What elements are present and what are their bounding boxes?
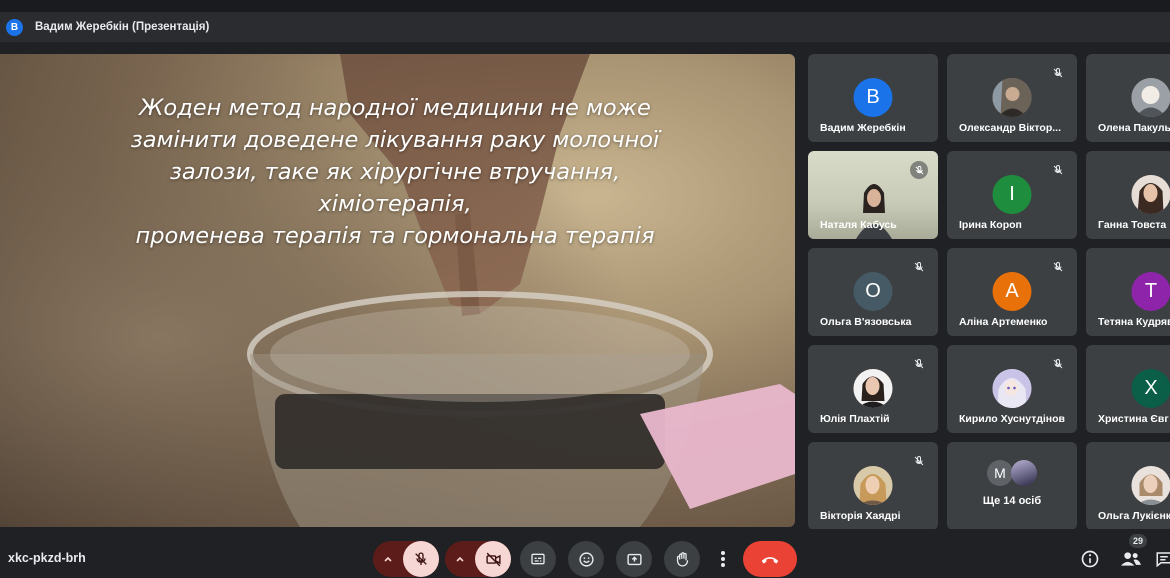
chevron-up-icon bbox=[456, 556, 464, 562]
emoji-icon bbox=[578, 551, 594, 567]
people-icon bbox=[1121, 552, 1141, 566]
camera-control-group bbox=[445, 541, 511, 577]
participant-tile[interactable]: А Аліна Артеменко bbox=[947, 248, 1077, 336]
participant-photo-avatar bbox=[853, 369, 893, 408]
raise-hand-button[interactable] bbox=[664, 541, 700, 577]
video-off-icon bbox=[485, 552, 501, 566]
participant-name: Олена Пакуль bbox=[1098, 122, 1170, 134]
emoji-reaction-button[interactable] bbox=[568, 541, 604, 577]
participant-photo-avatar bbox=[1131, 175, 1170, 214]
microphone-toggle-button[interactable] bbox=[403, 541, 439, 577]
captions-button[interactable] bbox=[520, 541, 556, 577]
more-participants-tile[interactable]: М Ще 14 осіб bbox=[947, 442, 1077, 529]
more-options-button[interactable] bbox=[712, 541, 734, 577]
participant-tile[interactable]: В Вадим Жеребкін bbox=[808, 54, 938, 142]
mic-off-icon bbox=[1049, 355, 1067, 373]
presentation-title-bar: В Вадим Жеребкін (Презентація) bbox=[0, 12, 1170, 42]
participant-tile[interactable]: Х Христина Євг bbox=[1086, 345, 1170, 433]
mic-off-icon bbox=[910, 258, 928, 276]
chevron-up-icon bbox=[384, 556, 392, 562]
mic-off-icon bbox=[1049, 161, 1067, 179]
participant-name: Христина Євг bbox=[1098, 413, 1169, 425]
video-options-button[interactable] bbox=[445, 541, 475, 577]
more-options-icon bbox=[721, 551, 725, 567]
mic-off-icon bbox=[910, 452, 928, 470]
participant-photo-avatar bbox=[1131, 78, 1170, 117]
participant-name: Олександр Віктор... bbox=[959, 122, 1062, 134]
participant-avatar: І bbox=[992, 175, 1032, 214]
participant-name: Аліна Артеменко bbox=[959, 316, 1048, 328]
participant-avatar: О bbox=[853, 272, 893, 311]
mic-off-icon bbox=[1049, 64, 1067, 82]
participant-name: Ольга Лукієнк bbox=[1098, 510, 1170, 522]
participant-name: Тетяна Кудряв bbox=[1098, 316, 1170, 328]
mic-off-icon bbox=[415, 552, 427, 565]
participant-tile[interactable]: Ольга Лукієнк bbox=[1086, 442, 1170, 529]
participant-avatar: М bbox=[987, 460, 1013, 486]
participant-tile[interactable]: Кирило Хуснутдінов bbox=[947, 345, 1077, 433]
more-participants-avatars: М bbox=[987, 460, 1037, 486]
captions-icon bbox=[531, 553, 545, 565]
raise-hand-icon bbox=[676, 551, 688, 566]
slide-line: залози, таке як хірургічне втручання, хі… bbox=[169, 159, 621, 217]
participant-avatar: В bbox=[853, 78, 893, 117]
slide-line: замінити доведене лікування раку молочно… bbox=[130, 127, 660, 153]
participant-tile[interactable]: Юлія Плахтій bbox=[808, 345, 938, 433]
participant-photo-avatar bbox=[1011, 460, 1037, 486]
participant-tile[interactable]: О Ольга В'язовська bbox=[808, 248, 938, 336]
mic-off-icon bbox=[910, 161, 928, 179]
participant-avatar: А bbox=[992, 272, 1032, 311]
chat-icon bbox=[1156, 552, 1170, 568]
present-now-button[interactable] bbox=[616, 541, 652, 577]
mic-off-icon bbox=[1049, 258, 1067, 276]
more-participants-label: Ще 14 осіб bbox=[982, 495, 1042, 507]
meeting-details-button[interactable] bbox=[1080, 541, 1100, 577]
participant-tile[interactable]: Ганна Товста bbox=[1086, 151, 1170, 239]
participant-count-badge: 29 bbox=[1129, 534, 1148, 548]
info-icon bbox=[1081, 550, 1099, 568]
meeting-controls-bar: xkc-pkzd-brh bbox=[0, 536, 1170, 578]
microphone-control-group bbox=[373, 541, 439, 577]
participant-avatar: Х bbox=[1131, 369, 1170, 408]
participant-video-tile[interactable]: Наталя Кабусь bbox=[808, 151, 938, 239]
slide-line: Жоден метод народної медицини не може bbox=[139, 95, 651, 121]
participant-name: Наталя Кабусь bbox=[820, 219, 897, 231]
participant-photo-avatar bbox=[992, 369, 1032, 408]
participant-tile[interactable]: І Ірина Короп bbox=[947, 151, 1077, 239]
end-call-icon bbox=[761, 557, 779, 564]
participant-tile[interactable]: Олена Пакуль bbox=[1086, 54, 1170, 142]
participant-tile[interactable]: Т Тетяна Кудряв bbox=[1086, 248, 1170, 336]
audio-options-button[interactable] bbox=[373, 541, 403, 577]
participant-name: Ольга В'язовська bbox=[820, 316, 912, 328]
participant-tile[interactable]: Олександр Віктор... bbox=[947, 54, 1077, 142]
participant-photo-avatar bbox=[992, 78, 1032, 117]
presentation-title: Вадим Жеребкін (Презентація) bbox=[35, 21, 210, 33]
chat-button[interactable] bbox=[1155, 541, 1170, 577]
slide-line: променева терапія та гормональна терапія bbox=[135, 223, 655, 249]
leave-call-button[interactable] bbox=[743, 541, 797, 577]
top-strip bbox=[0, 0, 1170, 12]
participant-photo-avatar bbox=[853, 466, 893, 505]
participant-avatar: Т bbox=[1131, 272, 1170, 311]
participant-name: Ганна Товста bbox=[1098, 219, 1167, 231]
participant-name: Вадим Жеребкін bbox=[820, 122, 906, 134]
presentation-stage: Жоден метод народної медицини не може за… bbox=[0, 54, 795, 527]
slide-text: Жоден метод народної медицини не може за… bbox=[100, 92, 690, 252]
presenter-avatar: В bbox=[6, 18, 23, 36]
meeting-code: xkc-pkzd-brh bbox=[8, 551, 86, 565]
mic-off-icon bbox=[910, 355, 928, 373]
participant-name: Ірина Короп bbox=[959, 219, 1022, 231]
participant-photo-avatar bbox=[1131, 466, 1170, 505]
camera-toggle-button[interactable] bbox=[475, 541, 511, 577]
participant-name: Кирило Хуснутдінов bbox=[959, 413, 1065, 425]
present-icon bbox=[626, 553, 642, 565]
participant-name: Юлія Плахтій bbox=[820, 413, 890, 425]
participant-grid: В Вадим Жеребкін Олександр Віктор... Оле… bbox=[808, 54, 1170, 529]
participant-name: Вікторія Хаядрі bbox=[820, 510, 901, 522]
participant-tile[interactable]: Вікторія Хаядрі bbox=[808, 442, 938, 529]
